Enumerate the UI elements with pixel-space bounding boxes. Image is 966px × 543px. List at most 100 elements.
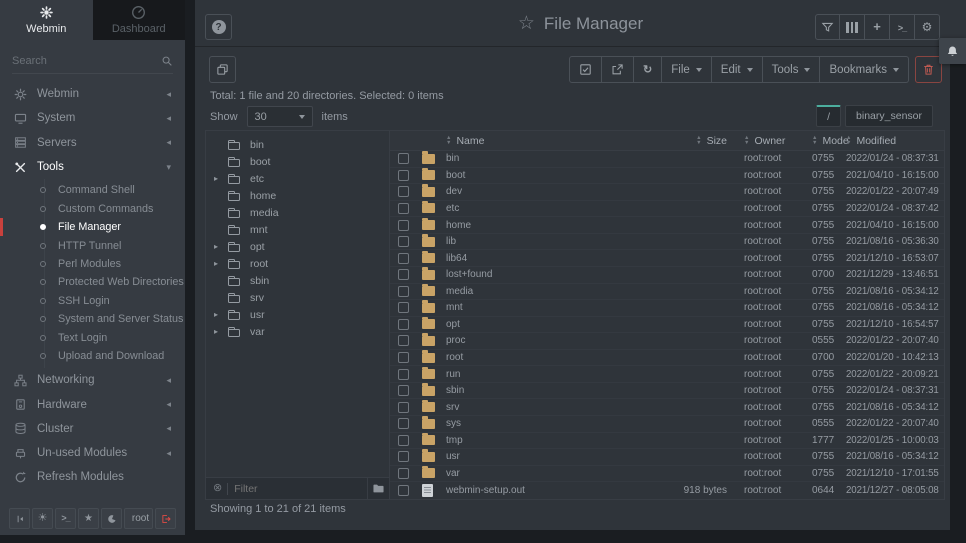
table-row-proc[interactable]: proc root:root 0555 2022/01/22 - 20:07:4…: [390, 333, 944, 350]
row-checkbox[interactable]: [398, 220, 409, 231]
sidebar-item-system-and-server-status[interactable]: System and Server Status: [0, 310, 185, 328]
cell-name[interactable]: webmin-setup.out: [446, 485, 660, 496]
search-input[interactable]: [12, 55, 161, 67]
column-header-owner[interactable]: Owner: [732, 135, 800, 147]
table-row-dev[interactable]: dev root:root 0755 2022/01/22 - 20:07:49: [390, 184, 944, 201]
table-row-tmp[interactable]: tmp root:root 1777 2022/01/25 - 10:00:03: [390, 433, 944, 450]
row-checkbox[interactable]: [398, 451, 409, 462]
cell-name[interactable]: lost+found: [446, 269, 660, 280]
columns-button[interactable]: [840, 14, 865, 40]
table-row-lib[interactable]: lib root:root 0755 2021/08/16 - 05:36:30: [390, 234, 944, 251]
row-checkbox[interactable]: [398, 302, 409, 313]
cell-name[interactable]: tmp: [446, 435, 660, 446]
table-row-lib64[interactable]: lib64 root:root 0755 2021/12/10 - 16:53:…: [390, 250, 944, 267]
path-segment-root[interactable]: /: [816, 105, 841, 127]
path-segment-binary-sensor[interactable]: binary_sensor: [845, 105, 933, 127]
cell-name[interactable]: lib: [446, 236, 660, 247]
theme-toggle-button[interactable]: [32, 508, 53, 529]
sidebar-item-webmin[interactable]: Webmin: [0, 82, 185, 106]
table-row-lost-found[interactable]: lost+found root:root 0700 2021/12/29 - 1…: [390, 267, 944, 284]
cell-name[interactable]: var: [446, 468, 660, 479]
caret-right-icon[interactable]: [214, 327, 228, 336]
tree-item-sbin[interactable]: sbin: [206, 272, 389, 289]
sidebar-item-networking[interactable]: Networking: [0, 368, 185, 392]
menu-file[interactable]: File: [662, 56, 712, 83]
tree-item-bin[interactable]: bin: [206, 136, 389, 153]
tree-item-usr[interactable]: usr: [206, 306, 389, 323]
tree-item-boot[interactable]: boot: [206, 153, 389, 170]
cell-name[interactable]: bin: [446, 153, 660, 164]
table-row-media[interactable]: media root:root 0755 2021/08/16 - 05:34:…: [390, 284, 944, 301]
sidebar-item-protected-web-directories[interactable]: Protected Web Directories: [0, 273, 185, 291]
sidebar-item-command-shell[interactable]: Command Shell: [0, 181, 185, 199]
collapse-sidebar-button[interactable]: [9, 508, 30, 529]
table-row-bin[interactable]: bin root:root 0755 2022/01/24 - 08:37:31: [390, 151, 944, 168]
table-row-srv[interactable]: srv root:root 0755 2021/08/16 - 05:34:12: [390, 399, 944, 416]
tree-item-opt[interactable]: opt: [206, 238, 389, 255]
table-row-root[interactable]: root root:root 0700 2022/01/20 - 10:42:1…: [390, 350, 944, 367]
settings-button[interactable]: [915, 14, 940, 40]
sidebar-item-refresh-modules[interactable]: Refresh Modules: [0, 465, 185, 489]
share-button[interactable]: [602, 56, 634, 83]
tree-item-srv[interactable]: srv: [206, 289, 389, 306]
cell-name[interactable]: run: [446, 369, 660, 380]
table-row-usr[interactable]: usr root:root 0755 2021/08/16 - 05:34:12: [390, 449, 944, 466]
sidebar-item-custom-commands[interactable]: Custom Commands: [0, 200, 185, 218]
cell-name[interactable]: proc: [446, 335, 660, 346]
terminal-button[interactable]: [890, 14, 915, 40]
caret-right-icon[interactable]: [214, 242, 228, 251]
sidebar-item-file-manager[interactable]: File Manager: [0, 218, 185, 236]
sidebar-item-system[interactable]: System: [0, 106, 185, 130]
user-button[interactable]: root: [124, 508, 153, 529]
row-checkbox[interactable]: [398, 485, 409, 496]
filter-input[interactable]: [234, 483, 367, 495]
sidebar-item-servers[interactable]: Servers: [0, 131, 185, 155]
favorites-button[interactable]: [78, 508, 99, 529]
row-checkbox[interactable]: [398, 369, 409, 380]
row-checkbox[interactable]: [398, 335, 409, 346]
row-checkbox[interactable]: [398, 186, 409, 197]
notifications-button[interactable]: [939, 38, 966, 64]
tree-item-var[interactable]: var: [206, 323, 389, 340]
table-row-var[interactable]: var root:root 0755 2021/12/10 - 17:01:55: [390, 466, 944, 483]
tab-dashboard[interactable]: Dashboard: [93, 0, 186, 40]
sidebar-item-hardware[interactable]: Hardware: [0, 392, 185, 416]
sidebar-item-tools[interactable]: Tools: [0, 155, 185, 179]
caret-right-icon[interactable]: [214, 174, 228, 183]
row-checkbox[interactable]: [398, 203, 409, 214]
menu-tools[interactable]: Tools: [763, 56, 821, 83]
search-icon[interactable]: [161, 55, 173, 67]
row-checkbox[interactable]: [398, 269, 409, 280]
table-row-run[interactable]: run root:root 0755 2022/01/22 - 20:09:21: [390, 366, 944, 383]
select-all-button[interactable]: [569, 56, 602, 83]
row-checkbox[interactable]: [398, 385, 409, 396]
clone-window-button[interactable]: [209, 56, 236, 83]
cell-name[interactable]: usr: [446, 451, 660, 462]
sidebar-item-upload-and-download[interactable]: Upload and Download: [0, 347, 185, 365]
clear-filter-icon[interactable]: [206, 483, 227, 494]
row-checkbox[interactable]: [398, 468, 409, 479]
sidebar-item-cluster[interactable]: Cluster: [0, 417, 185, 441]
row-checkbox[interactable]: [398, 435, 409, 446]
sidebar-item-http-tunnel[interactable]: HTTP Tunnel: [0, 236, 185, 254]
cell-name[interactable]: home: [446, 220, 660, 231]
cell-name[interactable]: etc: [446, 203, 660, 214]
column-header-name[interactable]: Name: [446, 135, 660, 147]
caret-right-icon[interactable]: [214, 259, 228, 268]
terminal-button[interactable]: [55, 508, 76, 529]
page-size-select[interactable]: 30: [247, 106, 313, 127]
table-row-sys[interactable]: sys root:root 0555 2022/01/22 - 20:07:40: [390, 416, 944, 433]
row-checkbox[interactable]: [398, 319, 409, 330]
row-checkbox[interactable]: [398, 253, 409, 264]
row-checkbox[interactable]: [398, 236, 409, 247]
table-row-mnt[interactable]: mnt root:root 0755 2021/08/16 - 05:34:12: [390, 300, 944, 317]
sidebar-item-ssh-login[interactable]: SSH Login: [0, 292, 185, 310]
refresh-button[interactable]: [634, 56, 662, 83]
row-checkbox[interactable]: [398, 402, 409, 413]
row-checkbox[interactable]: [398, 286, 409, 297]
column-header-size[interactable]: Size: [660, 135, 732, 147]
help-button[interactable]: ?: [205, 14, 232, 40]
cell-name[interactable]: dev: [446, 186, 660, 197]
cell-name[interactable]: mnt: [446, 302, 660, 313]
table-row-webmin-setup-out[interactable]: webmin-setup.out 918 bytes root:root 064…: [390, 482, 944, 499]
